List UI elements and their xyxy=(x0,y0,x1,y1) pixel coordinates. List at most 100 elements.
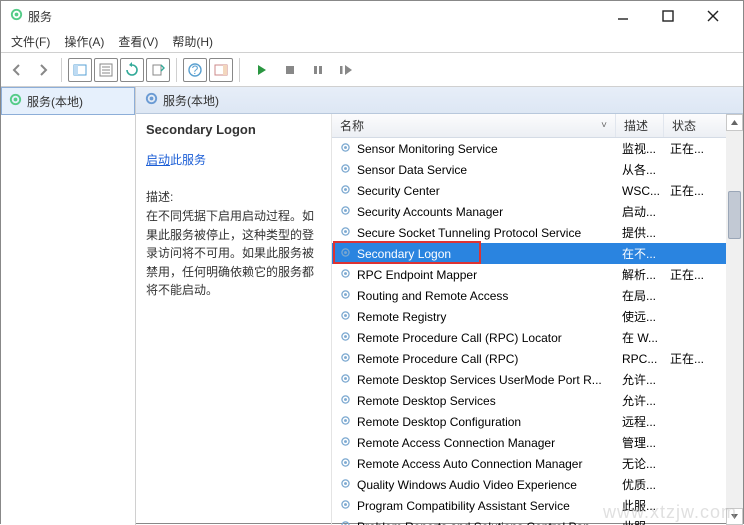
tree-node-services-local[interactable]: 服务(本地) xyxy=(1,87,135,115)
service-row[interactable]: Remote Access Auto Connection Manager无论.… xyxy=(332,453,726,474)
service-name-cell: Sensor Data Service xyxy=(332,161,616,179)
service-row[interactable]: Security CenterWSC...正在... xyxy=(332,180,726,201)
export-button[interactable] xyxy=(146,58,170,82)
service-name-cell: Secure Socket Tunneling Protocol Service xyxy=(332,224,616,242)
service-row[interactable]: Remote Registry 使远... xyxy=(332,306,726,327)
menu-action[interactable]: 操作(A) xyxy=(58,31,110,52)
service-row[interactable]: Remote Desktop Services允许... xyxy=(332,390,726,411)
service-row[interactable]: Remote Desktop Configuration远程... xyxy=(332,411,726,432)
service-row[interactable]: Security Accounts Manager启动... xyxy=(332,201,726,222)
scroll-thumb[interactable] xyxy=(728,191,741,239)
service-name-cell: Remote Access Auto Connection Manager xyxy=(332,455,616,473)
selected-service-name: Secondary Logon xyxy=(146,122,321,137)
details-panel: Secondary Logon 启动此服务 描述: 在不同凭据下启用启动过程。如… xyxy=(136,114,332,525)
scroll-down-button[interactable] xyxy=(726,508,743,525)
minimize-button[interactable] xyxy=(600,2,645,30)
service-desc-cell: 优质... xyxy=(616,476,664,493)
service-row[interactable]: Remote Procedure Call (RPC) Locator在 W..… xyxy=(332,327,726,348)
maximize-button[interactable] xyxy=(645,2,690,30)
service-name-text: Remote Procedure Call (RPC) xyxy=(357,352,518,366)
service-name-cell: Remote Desktop Configuration xyxy=(332,413,616,431)
service-status-cell: 正在... xyxy=(664,182,714,199)
gear-icon xyxy=(338,203,353,221)
description-label: 描述: xyxy=(146,188,321,205)
gear-icon xyxy=(338,224,353,242)
pause-service-button[interactable] xyxy=(306,58,330,82)
window-title-area: 服务 xyxy=(9,7,600,25)
service-row[interactable]: Secondary Logon在不... xyxy=(332,243,726,264)
service-name-cell: Remote Procedure Call (RPC) xyxy=(332,350,616,368)
gear-icon xyxy=(338,350,353,368)
service-name-cell: Remote Desktop Services xyxy=(332,392,616,410)
service-row[interactable]: Quality Windows Audio Video Experience优质… xyxy=(332,474,726,495)
properties-button[interactable] xyxy=(94,58,118,82)
service-name-text: Remote Access Auto Connection Manager xyxy=(357,457,582,471)
service-rows[interactable]: Sensor Monitoring Service监视...正在...Senso… xyxy=(332,138,726,525)
service-desc-cell: 使远... xyxy=(616,308,664,325)
service-name-text: Remote Registry xyxy=(357,310,446,324)
service-name-text: Routing and Remote Access xyxy=(357,289,508,303)
action-pane-button[interactable] xyxy=(209,58,233,82)
stop-service-button[interactable] xyxy=(278,58,302,82)
gear-icon xyxy=(338,140,353,158)
menu-help[interactable]: 帮助(H) xyxy=(166,31,219,52)
service-name-cell: RPC Endpoint Mapper xyxy=(332,266,616,284)
service-name-cell: Remote Access Connection Manager xyxy=(332,434,616,452)
service-name-cell: Sensor Monitoring Service xyxy=(332,140,616,158)
service-name-cell: Security Center xyxy=(332,182,616,200)
gear-icon xyxy=(338,266,353,284)
service-name-cell: Remote Procedure Call (RPC) Locator xyxy=(332,329,616,347)
menu-view[interactable]: 查看(V) xyxy=(112,31,164,52)
restart-service-button[interactable] xyxy=(334,58,358,82)
service-name-text: Secondary Logon xyxy=(357,247,451,261)
start-service-suffix: 此服务 xyxy=(170,153,206,167)
column-name-label: 名称 xyxy=(340,117,364,134)
show-console-tree-button[interactable] xyxy=(68,58,92,82)
window-title: 服务 xyxy=(28,8,52,25)
service-status-cell: 正在... xyxy=(664,140,714,157)
vertical-scrollbar[interactable] xyxy=(726,114,743,525)
service-desc-cell: 提供... xyxy=(616,224,664,241)
scroll-track[interactable] xyxy=(726,239,743,508)
start-service-button[interactable] xyxy=(250,58,274,82)
service-row[interactable]: RPC Endpoint Mapper解析...正在... xyxy=(332,264,726,285)
service-row[interactable]: Remote Procedure Call (RPC)RPC...正在... xyxy=(332,348,726,369)
menu-file[interactable]: 文件(F) xyxy=(5,31,56,52)
close-button[interactable] xyxy=(690,2,735,30)
main-layout: 服务(本地) 服务(本地) Secondary Logon 启动此服务 描述: … xyxy=(1,87,743,525)
back-button[interactable] xyxy=(5,58,29,82)
center-body: Secondary Logon 启动此服务 描述: 在不同凭据下启用启动过程。如… xyxy=(136,114,743,525)
gear-icon xyxy=(8,92,23,110)
gear-icon xyxy=(338,455,353,473)
service-status-cell: 正在... xyxy=(664,266,714,283)
service-row[interactable]: Sensor Data Service从各... xyxy=(332,159,726,180)
service-desc-cell: 启动... xyxy=(616,203,664,220)
service-row[interactable]: Secure Socket Tunneling Protocol Service… xyxy=(332,222,726,243)
service-name-cell: Secondary Logon xyxy=(332,245,616,263)
start-service-link[interactable]: 启动 xyxy=(146,153,170,167)
service-desc-cell: 允许... xyxy=(616,392,664,409)
gear-icon xyxy=(338,308,353,326)
service-desc-cell: WSC... xyxy=(616,184,664,198)
console-tree[interactable]: 服务(本地) xyxy=(1,87,136,525)
service-row[interactable]: Routing and Remote Access在局... xyxy=(332,285,726,306)
service-row[interactable]: Remote Access Connection Manager管理... xyxy=(332,432,726,453)
service-row[interactable]: Program Compatibility Assistant Service此… xyxy=(332,495,726,516)
service-row[interactable]: Sensor Monitoring Service监视...正在... xyxy=(332,138,726,159)
service-name-text: Sensor Monitoring Service xyxy=(357,142,498,156)
service-desc-cell: RPC... xyxy=(616,352,664,366)
service-desc-cell: 管理... xyxy=(616,434,664,451)
svg-text:?: ? xyxy=(192,63,199,77)
service-name-cell: Routing and Remote Access xyxy=(332,287,616,305)
forward-button[interactable] xyxy=(31,58,55,82)
service-name-cell: Remote Registry xyxy=(332,308,616,326)
column-name[interactable]: 名称 ˅ xyxy=(332,114,616,137)
help-button[interactable]: ? xyxy=(183,58,207,82)
refresh-button[interactable] xyxy=(120,58,144,82)
column-status[interactable]: 状态 xyxy=(664,114,714,137)
description-text: 在不同凭据下启用启动过程。如果此服务被停止，这种类型的登录访问将不可用。如果此服… xyxy=(146,207,321,300)
service-row[interactable]: Remote Desktop Services UserMode Port R.… xyxy=(332,369,726,390)
column-description[interactable]: 描述 xyxy=(616,114,664,137)
service-name-cell: Program Compatibility Assistant Service xyxy=(332,497,616,515)
scroll-up-button[interactable] xyxy=(726,114,743,131)
